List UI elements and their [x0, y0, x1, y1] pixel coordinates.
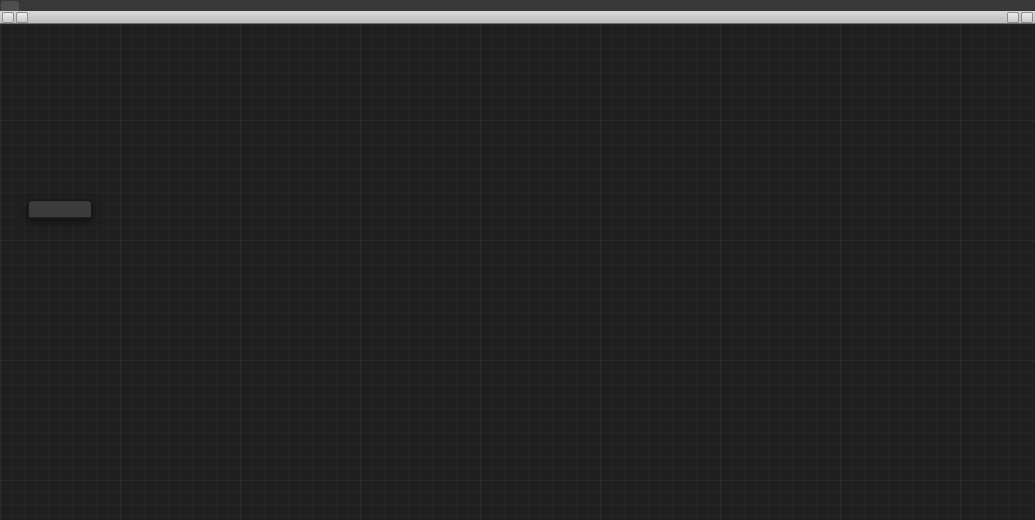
window-controls: [1015, 0, 1035, 11]
show-in-project-button[interactable]: [16, 11, 28, 23]
toolbar: [0, 11, 1035, 24]
save-asset-button[interactable]: [2, 11, 14, 23]
node-time[interactable]: [28, 200, 92, 219]
tab-flame-2[interactable]: [1, 1, 19, 11]
node-title: [29, 201, 91, 218]
wires-layer: [0, 0, 1035, 520]
tab-strip: [0, 0, 1035, 11]
main-preview-toggle-button[interactable]: [1021, 11, 1033, 23]
shader-graph-window: [0, 0, 1035, 520]
blackboard-toggle-button[interactable]: [1007, 11, 1019, 23]
graph-canvas[interactable]: [0, 0, 1035, 520]
